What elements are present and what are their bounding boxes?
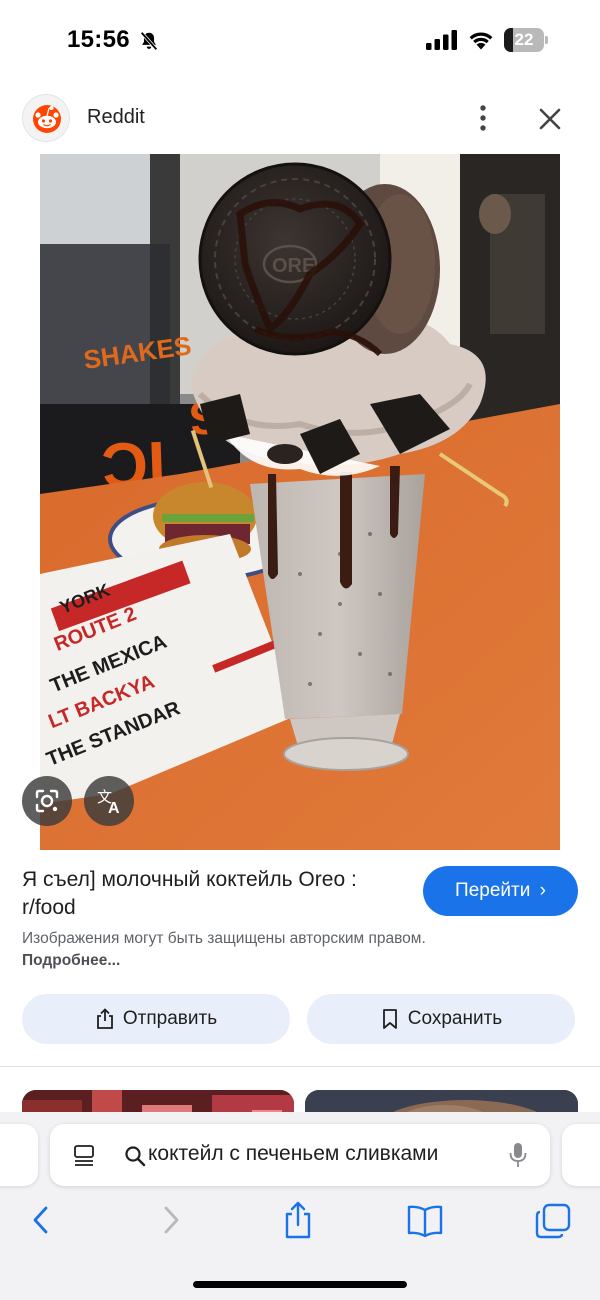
close-icon[interactable]: [535, 104, 565, 134]
lens-button[interactable]: [22, 776, 72, 826]
microphone-icon[interactable]: [508, 1141, 528, 1169]
visit-label: Перейти: [455, 880, 531, 901]
visit-button[interactable]: Перейти ›: [423, 866, 578, 916]
milkshake-photo[interactable]: SHAKES IC S THE MEXICA LT BACKYA THE STA…: [40, 154, 560, 850]
more-options-icon[interactable]: [470, 102, 496, 134]
share-page-icon[interactable]: [281, 1200, 315, 1240]
tabs-icon[interactable]: [534, 1202, 572, 1240]
status-bar: 15:56 22: [0, 0, 600, 82]
share-button[interactable]: Отправить: [22, 994, 290, 1044]
lens-icon: [35, 789, 59, 813]
divider: [0, 1066, 600, 1067]
battery-level: 22: [514, 30, 534, 49]
browser-toolbar: коктейл с печеньем сливками: [0, 1112, 600, 1300]
save-label: Сохранить: [407, 1008, 503, 1029]
copyright-notice: Изображения могут быть защищены авторски…: [22, 928, 442, 972]
translate-icon: 文 A: [97, 788, 120, 817]
wifi-icon: [469, 32, 493, 50]
search-icon: [125, 1146, 146, 1167]
learn-more-link[interactable]: Подробнее...: [22, 952, 120, 969]
share-label: Отправить: [122, 1008, 218, 1029]
address-text[interactable]: коктейл с печеньем сливками: [148, 1142, 488, 1166]
battery-icon: 22: [504, 28, 548, 52]
page: 15:56 22 Reddit SHAKES IC THE MEXICA LT …: [0, 0, 600, 1300]
home-indicator: [193, 1281, 407, 1288]
save-button[interactable]: Сохранить: [307, 994, 575, 1044]
share-icon: [96, 1008, 113, 1029]
bell-off-icon: [140, 31, 158, 51]
forward-icon[interactable]: [156, 1202, 186, 1238]
bookmarks-icon[interactable]: [406, 1204, 444, 1238]
address-bar[interactable]: коктейл с печеньем сливками: [50, 1124, 550, 1186]
copyright-text: Изображения могут быть защищены авторски…: [22, 930, 426, 947]
page-menu-icon[interactable]: [72, 1143, 96, 1167]
translate-button[interactable]: 文 A: [84, 776, 134, 826]
image-viewer: SHAKES IC S THE MEXICA LT BACKYA THE STA…: [0, 154, 600, 850]
back-icon[interactable]: [26, 1202, 56, 1238]
battery-body: 22: [504, 28, 544, 52]
chevron-right-icon: ›: [539, 880, 546, 901]
source-header: Reddit: [0, 82, 600, 154]
next-tab-peek[interactable]: [562, 1124, 600, 1186]
reddit-logo-icon[interactable]: [22, 94, 70, 142]
bookmark-icon: [382, 1009, 397, 1029]
battery-tip: [545, 36, 548, 44]
signal-icon: [426, 30, 457, 50]
previous-tab-peek[interactable]: [0, 1124, 38, 1186]
source-name[interactable]: Reddit: [87, 106, 145, 129]
result-title[interactable]: Я съел] молочный коктейль Oreo : r/food: [22, 866, 407, 922]
svg-text:A: A: [108, 800, 120, 817]
status-time: 15:56: [67, 26, 130, 53]
